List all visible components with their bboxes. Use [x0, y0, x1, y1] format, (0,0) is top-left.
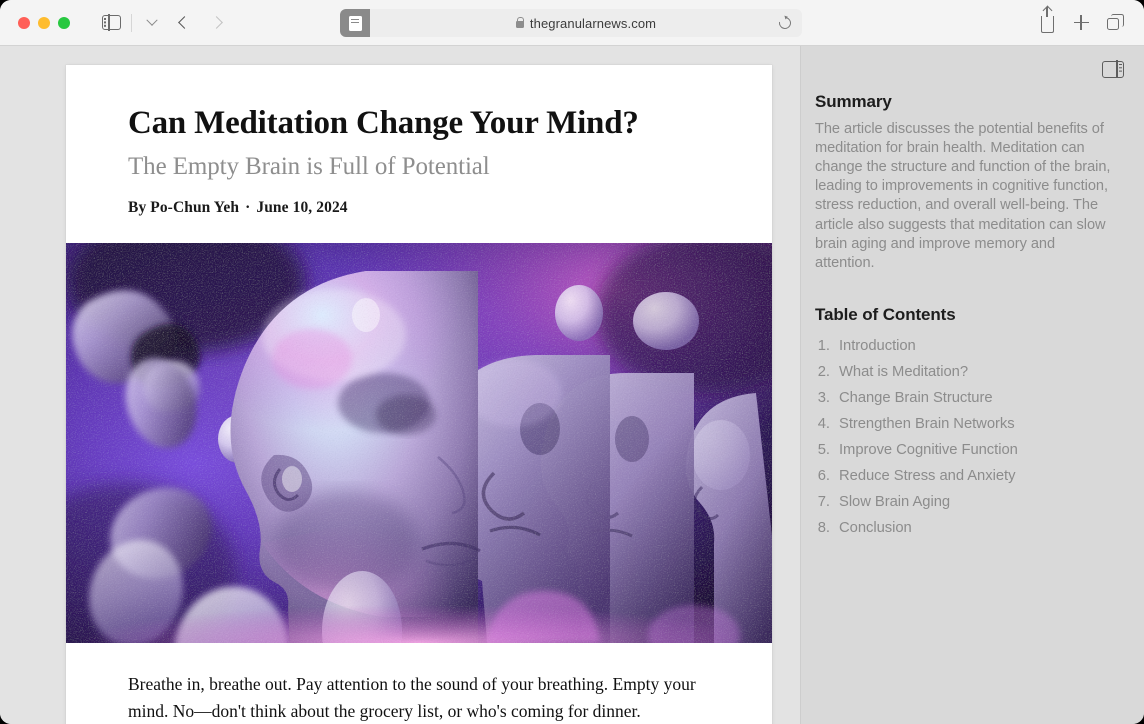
chevron-left-icon: [177, 16, 191, 29]
right-panel-icon: [1102, 59, 1124, 79]
reload-icon: [776, 14, 794, 32]
toc-label: Slow Brain Aging: [839, 494, 951, 511]
summary-heading: Summary: [815, 92, 892, 111]
toc-item[interactable]: 3. Change Brain Structure: [815, 386, 1116, 412]
close-window-button[interactable]: [18, 16, 30, 29]
table-of-contents-heading: Table of Contents: [815, 304, 956, 324]
article-paragraph: Breathe in, breathe out. Pay attention t…: [128, 673, 696, 721]
sidebar-toolbar: [801, 46, 1144, 92]
reader-mode-button[interactable]: [340, 9, 370, 37]
article-subtitle: The Empty Brain is Full of Potential: [128, 152, 490, 180]
article-header: Can Meditation Change Your Mind? The Emp…: [66, 65, 772, 243]
toc-number: 3.: [817, 390, 830, 407]
toc-item[interactable]: 4. Strengthen Brain Networks: [815, 412, 1116, 438]
toc-number: 5.: [817, 442, 830, 459]
article-title: Can Meditation Change Your Mind?: [128, 105, 639, 141]
article-body: Breathe in, breathe out. Pay attention t…: [66, 643, 772, 724]
tab-overview-icon: [1107, 17, 1119, 30]
toc-item[interactable]: 6. Reduce Stress and Anxiety: [815, 464, 1116, 490]
hero-artwork: [66, 242, 772, 643]
toc-item[interactable]: 7. Slow Brain Aging: [815, 490, 1116, 516]
share-icon: [1040, 6, 1054, 33]
toc-number: 4.: [817, 416, 830, 433]
article-card: Can Meditation Change Your Mind? The Emp…: [66, 65, 772, 724]
traffic-lights: [18, 16, 70, 29]
table-of-contents-list: 1. Introduction 2. What is Meditation? 3…: [815, 334, 1116, 542]
toolbar-actions: [1032, 6, 1130, 37]
toc-label: Change Brain Structure: [839, 390, 993, 407]
article-hero-image: [66, 242, 772, 643]
toc-label: What is Meditation?: [839, 364, 968, 381]
byline-author: By Po-Chun Yeh: [128, 198, 240, 216]
toc-number: 6.: [817, 468, 830, 485]
minimize-window-button[interactable]: [38, 16, 50, 29]
address-bar[interactable]: thegranularnews.com: [368, 9, 802, 37]
back-button[interactable]: [169, 9, 199, 37]
toc-number: 1.: [817, 338, 830, 355]
article-byline: By Po-Chun Yeh · June 10, 2024: [128, 199, 710, 217]
sidebar-content: Summary The article discusses the potent…: [801, 92, 1144, 542]
share-button[interactable]: [1032, 6, 1062, 37]
toc-number: 7.: [817, 494, 830, 511]
navigation-controls: [96, 9, 231, 37]
summary-text: The article discusses the potential bene…: [815, 121, 1111, 271]
toc-label: Introduction: [839, 338, 916, 355]
chevron-down-icon: [146, 14, 158, 26]
forward-button[interactable]: [201, 9, 231, 37]
safari-window: thegranularnews.com Can Meditation Chang…: [0, 0, 1144, 724]
reload-button[interactable]: [776, 14, 794, 32]
address-bar-content: thegranularnews.com: [515, 15, 657, 31]
toc-item[interactable]: 2. What is Meditation?: [815, 360, 1116, 386]
byline-separator: ·: [245, 198, 251, 216]
byline-date: June 10, 2024: [256, 198, 348, 216]
toc-item[interactable]: 1. Introduction: [815, 334, 1116, 360]
sidebar-panel-toggle-button[interactable]: [1098, 55, 1128, 83]
lock-icon: [515, 16, 525, 28]
toc-label: Improve Cognitive Function: [839, 442, 1018, 459]
plus-icon: [1073, 15, 1089, 30]
url-text: thegranularnews.com: [529, 15, 657, 31]
toc-number: 8.: [817, 520, 830, 537]
toc-label: Conclusion: [839, 520, 912, 537]
sidebar-icon: [101, 14, 121, 31]
address-bar-container: thegranularnews.com: [340, 9, 802, 37]
reader-sidebar: Summary The article discusses the potent…: [800, 46, 1144, 724]
zoom-window-button[interactable]: [58, 16, 70, 29]
new-tab-button[interactable]: [1066, 9, 1096, 37]
reader-document-icon: [348, 15, 362, 31]
reader-content-area: Can Meditation Change Your Mind? The Emp…: [0, 46, 800, 724]
tab-options-button[interactable]: [137, 9, 167, 37]
browser-toolbar: thegranularnews.com: [0, 0, 1144, 46]
tab-overview-button[interactable]: [1100, 9, 1130, 37]
toc-item[interactable]: 8. Conclusion: [815, 516, 1116, 542]
toolbar-divider: [131, 13, 132, 32]
toc-number: 2.: [817, 364, 830, 381]
chevron-right-icon: [209, 16, 223, 29]
toc-label: Reduce Stress and Anxiety: [839, 468, 1016, 485]
sidebar-toggle-button[interactable]: [96, 9, 126, 37]
toc-item[interactable]: 5. Improve Cognitive Function: [815, 438, 1116, 464]
toc-label: Strengthen Brain Networks: [839, 416, 1015, 433]
